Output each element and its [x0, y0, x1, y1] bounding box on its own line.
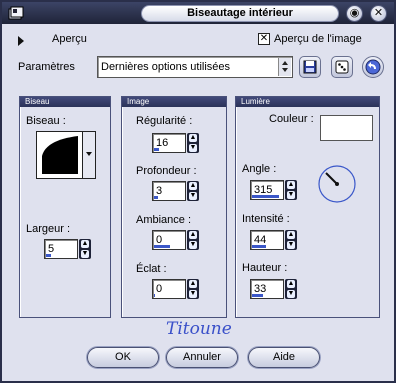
light-panel: Lumière Couleur : Angle : 315 ▲ ▼ Intensi…: [235, 96, 380, 318]
shine-value: 0: [156, 283, 163, 295]
bevel-panel: Biseau Biseau : Largeur : 5 ▲ ▼: [19, 96, 111, 318]
angle-dial[interactable]: [317, 164, 357, 204]
angle-spinner[interactable]: 315 ▲ ▼: [250, 180, 298, 200]
angle-level-bar: [252, 195, 279, 198]
image-panel: Image Régularité : 16 ▲ ▼ Profondeur : 3 …: [121, 96, 227, 318]
settings-dropdown-value: Dernières options utilisées: [101, 61, 231, 73]
bevel-shape-selector[interactable]: [36, 131, 96, 179]
ambience-level-bar: [154, 245, 170, 248]
width-stepper[interactable]: ▲ ▼: [79, 239, 91, 259]
smoothness-label: Régularité :: [136, 115, 193, 127]
intensity-stepper[interactable]: ▲ ▼: [285, 230, 297, 250]
smoothness-level-bar: [154, 148, 159, 151]
dialog-window: Biseautage intérieur ◉ ✕ Aperçu ✕ Aperçu…: [0, 0, 396, 383]
ambience-input[interactable]: 0: [152, 230, 186, 250]
image-panel-header: Image: [122, 97, 226, 107]
random-parameters-button[interactable]: [331, 56, 353, 78]
elevation-label: Hauteur :: [242, 262, 288, 274]
shine-stepper[interactable]: ▲ ▼: [187, 279, 199, 299]
width-label: Largeur :: [26, 223, 71, 235]
smoothness-spinner[interactable]: 16 ▲ ▼: [152, 133, 200, 153]
depth-stepper[interactable]: ▲ ▼: [187, 181, 199, 201]
elevation-spinner[interactable]: 33 ▲ ▼: [250, 279, 298, 299]
depth-spinner[interactable]: 3 ▲ ▼: [152, 181, 200, 201]
help-button[interactable]: Aide: [248, 347, 320, 368]
preview-label: Aperçu: [52, 33, 87, 45]
bevel-panel-header: Biseau: [20, 97, 110, 107]
shine-input[interactable]: 0: [152, 279, 186, 299]
intensity-level-bar: [252, 245, 266, 248]
elevation-input[interactable]: 33: [250, 279, 284, 299]
intensity-input[interactable]: 44: [250, 230, 284, 250]
title-bar[interactable]: Biseautage intérieur ◉ ✕: [2, 2, 394, 24]
angle-label: Angle :: [242, 163, 277, 175]
cancel-button[interactable]: Annuler: [166, 347, 238, 368]
smoothness-input[interactable]: 16: [152, 133, 186, 153]
bevel-dropdown-button[interactable]: [82, 132, 95, 178]
smoothness-stepper[interactable]: ▲ ▼: [187, 133, 199, 153]
width-input[interactable]: 5: [44, 239, 78, 259]
depth-input[interactable]: 3: [152, 181, 186, 201]
ambience-stepper[interactable]: ▲ ▼: [187, 230, 199, 250]
color-label: Couleur :: [269, 113, 314, 125]
window-title: Biseautage intérieur: [141, 5, 339, 22]
light-color-swatch[interactable]: [320, 115, 373, 141]
depth-label: Profondeur :: [136, 165, 197, 177]
dice-icon: [335, 60, 349, 74]
bevel-label: Biseau :: [26, 115, 66, 127]
depth-level-bar: [154, 196, 158, 199]
preview-toggle-icon[interactable]: [18, 36, 24, 46]
elevation-stepper[interactable]: ▲ ▼: [285, 279, 297, 299]
width-level-bar: [46, 254, 51, 257]
chevron-down-icon: [86, 152, 92, 156]
reset-button[interactable]: [362, 56, 384, 78]
save-preset-button[interactable]: [299, 56, 321, 78]
intensity-spinner[interactable]: 44 ▲ ▼: [250, 230, 298, 250]
angle-stepper[interactable]: ▲ ▼: [285, 180, 297, 200]
settings-label: Paramètres: [18, 61, 75, 73]
close-button[interactable]: ✕: [370, 5, 387, 22]
bevel-shape-preview: [42, 136, 78, 174]
chevron-updown-icon[interactable]: [278, 58, 291, 76]
elevation-level-bar: [252, 294, 263, 297]
signature-watermark: Titoune: [166, 319, 232, 339]
ambience-spinner[interactable]: 0 ▲ ▼: [152, 230, 200, 250]
app-icon: [8, 6, 24, 20]
ok-button[interactable]: OK: [87, 347, 159, 368]
shine-label: Éclat :: [136, 263, 167, 275]
shine-level-bar: [154, 294, 155, 297]
settings-dropdown[interactable]: Dernières options utilisées: [97, 56, 293, 78]
intensity-label: Intensité :: [242, 213, 290, 225]
floppy-disk-icon: [303, 60, 317, 74]
width-spinner[interactable]: 5 ▲ ▼: [44, 239, 92, 259]
minimize-button[interactable]: ◉: [346, 5, 363, 22]
image-preview-label: Aperçu de l'image: [274, 33, 362, 45]
light-panel-header: Lumière: [236, 97, 379, 107]
undo-arrow-icon: [365, 59, 381, 75]
image-preview-checkbox[interactable]: ✕: [258, 33, 270, 45]
shine-spinner[interactable]: 0 ▲ ▼: [152, 279, 200, 299]
ambience-label: Ambiance :: [136, 214, 192, 226]
angle-input[interactable]: 315: [250, 180, 284, 200]
